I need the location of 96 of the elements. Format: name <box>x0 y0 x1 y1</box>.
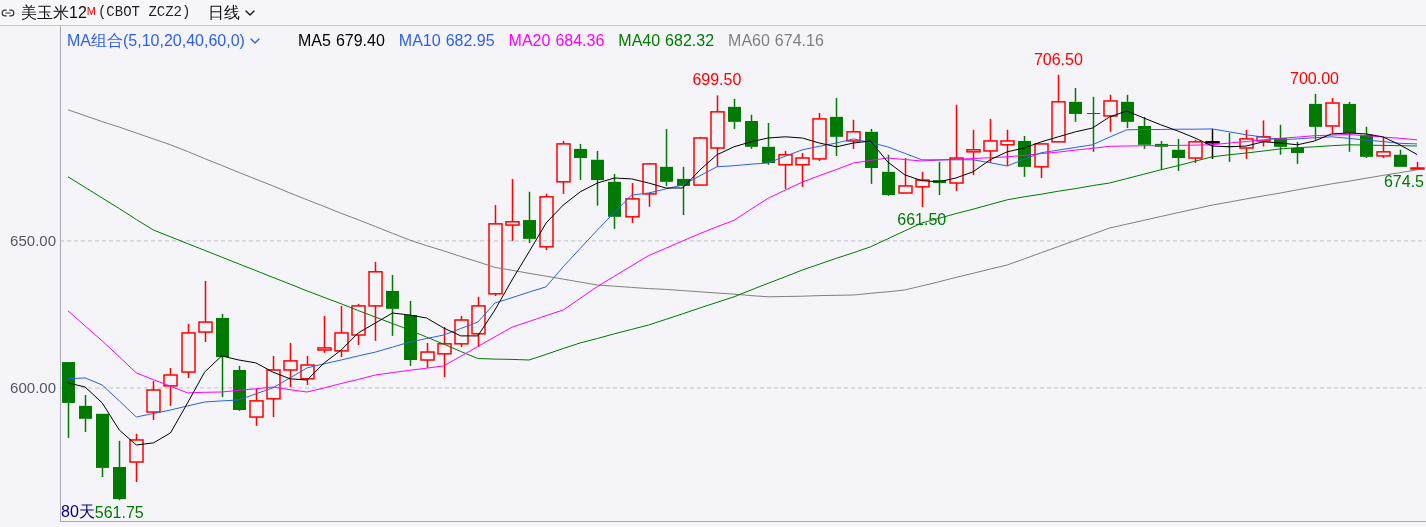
candlestick <box>79 394 92 433</box>
candlestick <box>129 433 144 483</box>
candlestick <box>778 150 793 190</box>
candlestick <box>1051 74 1066 143</box>
candlestick <box>882 154 895 197</box>
candlestick <box>812 112 827 162</box>
range-label: 80天 <box>61 504 95 520</box>
candlestick <box>539 193 554 251</box>
candlestick <box>660 128 673 187</box>
candlestick <box>1121 94 1134 129</box>
candlestick <box>1172 138 1185 172</box>
candlestick <box>1155 140 1168 171</box>
candlestick <box>1256 119 1271 148</box>
price-annotation: 706.50 <box>1033 50 1083 68</box>
candlestick <box>420 342 435 369</box>
candlestick <box>113 440 126 501</box>
candlestick <box>437 326 452 378</box>
contract-mark: M <box>86 4 96 17</box>
legend-label: MA20 <box>508 31 551 51</box>
candlestick <box>1343 101 1356 153</box>
price-annotation: 700.00 <box>1290 69 1339 87</box>
candlestick <box>523 191 536 244</box>
candlestick <box>1034 143 1049 179</box>
candlestick <box>1000 129 1015 167</box>
candlestick <box>300 355 315 386</box>
legend-value: 684.36 <box>555 31 605 51</box>
candlestick <box>96 413 109 478</box>
candlestick <box>266 355 281 418</box>
candlestick <box>1103 94 1118 133</box>
candlestick <box>386 274 399 337</box>
candlestick <box>865 128 878 185</box>
candlestick <box>574 143 587 181</box>
candlestick <box>608 173 621 230</box>
price-annotation: 699.50 <box>692 71 742 89</box>
candlestick <box>283 342 298 388</box>
legend-label: MA10 <box>398 31 441 51</box>
instrument-name: 美玉米12 <box>21 2 87 23</box>
candlestick <box>181 323 196 379</box>
candlestick <box>471 296 486 348</box>
candlestick <box>556 140 571 195</box>
legend-value: 674.16 <box>774 31 824 51</box>
candlestick <box>1138 116 1151 150</box>
candlestick <box>1205 128 1220 160</box>
y-axis-label: 600.00 <box>10 378 56 396</box>
candlestick <box>625 182 640 224</box>
candlestick <box>146 380 161 421</box>
candlestick <box>404 300 417 367</box>
candlestick <box>642 162 657 208</box>
candlestick <box>1018 135 1031 178</box>
candlestick <box>966 129 981 176</box>
candlestick <box>1309 93 1322 141</box>
candlestick <box>830 97 843 157</box>
candlestick <box>1376 136 1391 159</box>
candlestick <box>846 119 861 150</box>
candlestick <box>745 114 758 150</box>
candlestick <box>915 171 930 208</box>
candlestick <box>233 365 246 412</box>
price-annotation: 561.75 <box>94 504 144 522</box>
candlestick <box>1360 126 1373 159</box>
y-axis-label: 650.00 <box>10 231 56 249</box>
candlestick <box>1188 139 1203 164</box>
legend-value: 682.32 <box>665 31 715 51</box>
candlestick <box>1325 97 1340 134</box>
candlestick <box>898 157 913 194</box>
candlestick <box>762 122 775 166</box>
candlestick <box>334 305 349 358</box>
candlestick <box>1239 129 1254 160</box>
legend-value: 682.95 <box>445 31 495 51</box>
candlestick <box>317 315 332 354</box>
candlestick <box>795 152 810 188</box>
instrument-code: (CBOT ZCZ2) <box>97 3 191 22</box>
candlestick <box>591 150 604 207</box>
candlestick <box>1291 141 1304 165</box>
legend-label: MA40 <box>618 31 661 51</box>
legend-label: MA60 <box>728 31 770 51</box>
candlestick <box>693 136 708 186</box>
candlestick <box>1410 161 1425 170</box>
candlestick <box>677 166 690 216</box>
candlestick <box>163 367 178 407</box>
candlestick <box>351 303 366 346</box>
candlestick <box>1087 96 1100 153</box>
candlestick <box>983 118 998 164</box>
candlestick <box>249 388 264 427</box>
candlestick <box>1394 149 1407 168</box>
candlestick <box>1069 87 1082 123</box>
legend-value: 679.40 <box>335 31 385 51</box>
candlestick <box>505 178 520 242</box>
candlestick <box>454 315 469 348</box>
candlestick <box>198 280 213 343</box>
period-dropdown[interactable]: 日线 <box>208 0 259 25</box>
candlestick <box>728 98 741 130</box>
candlestick <box>1274 124 1287 156</box>
price-annotation: 674.5 <box>1383 172 1424 190</box>
ma-group-selector[interactable]: MA组合(5,10,20,40,60,0) <box>67 29 263 53</box>
candlestick <box>933 161 946 196</box>
legend-label: MA5 <box>298 31 331 51</box>
